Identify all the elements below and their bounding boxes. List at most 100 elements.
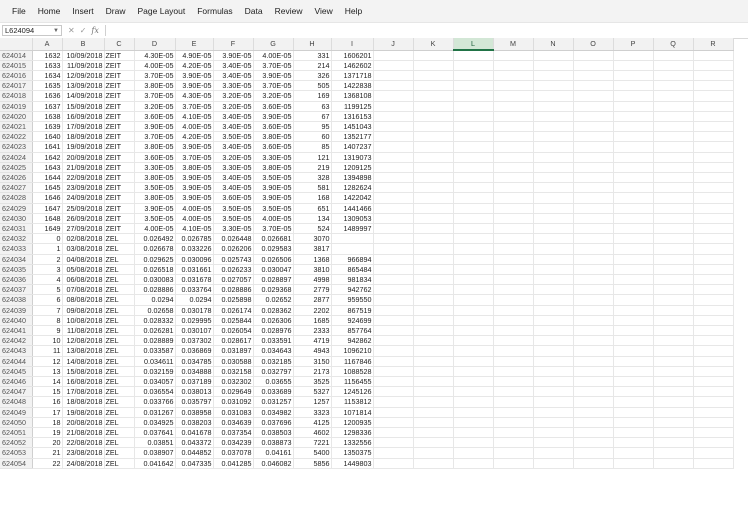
cell-F[interactable]: 0.032158: [213, 366, 254, 378]
cell-M[interactable]: [493, 121, 534, 133]
cell-O[interactable]: [573, 172, 614, 184]
cell-Q[interactable]: [653, 386, 694, 398]
cell-C[interactable]: ZEL: [104, 386, 135, 398]
cell-A[interactable]: 1649: [32, 223, 63, 235]
row-header[interactable]: 624049: [0, 407, 33, 418]
cell-H[interactable]: 95: [293, 121, 332, 133]
cell-J[interactable]: [373, 254, 414, 265]
cell-P[interactable]: [613, 203, 654, 214]
row-header[interactable]: 624025: [0, 162, 33, 173]
cell-P[interactable]: [613, 284, 654, 296]
cell-N[interactable]: [533, 294, 574, 306]
cell-O[interactable]: [573, 254, 614, 265]
cell-G[interactable]: 0.034643: [253, 345, 294, 357]
cell-J[interactable]: [373, 141, 414, 153]
cell-C[interactable]: ZEIT: [104, 223, 135, 235]
cell-L[interactable]: [453, 111, 494, 122]
cell-N[interactable]: [533, 345, 574, 357]
menu-insert[interactable]: Insert: [66, 6, 99, 16]
cell-F[interactable]: 0.037078: [213, 447, 254, 459]
cell-P[interactable]: [613, 60, 654, 71]
cell-M[interactable]: [493, 335, 534, 347]
cell-O[interactable]: [573, 182, 614, 194]
cell-E[interactable]: 0.030096: [175, 254, 214, 265]
cell-F[interactable]: 0.030588: [213, 356, 254, 367]
cell-C[interactable]: ZEIT: [104, 162, 135, 173]
cell-P[interactable]: [613, 325, 654, 337]
cell-G[interactable]: 3.50E-05: [253, 172, 294, 184]
cell-C[interactable]: ZEL: [104, 376, 135, 388]
cell-M[interactable]: [493, 80, 534, 92]
cell-K[interactable]: [413, 366, 454, 378]
cell-L[interactable]: [453, 233, 494, 245]
cell-J[interactable]: [373, 172, 414, 184]
cell-O[interactable]: [573, 335, 614, 347]
cell-K[interactable]: [413, 396, 454, 408]
cell-E[interactable]: 3.90E-05: [175, 182, 214, 194]
cell-R[interactable]: [693, 60, 734, 71]
cell-J[interactable]: [373, 366, 414, 378]
cell-K[interactable]: [413, 274, 454, 286]
cell-E[interactable]: 0.037302: [175, 335, 214, 347]
cell-Q[interactable]: [653, 141, 694, 153]
cell-K[interactable]: [413, 121, 454, 133]
cell-I[interactable]: 1245126: [331, 386, 374, 398]
cell-J[interactable]: [373, 376, 414, 388]
cell-G[interactable]: 0.034982: [253, 407, 294, 418]
cell-F[interactable]: 3.30E-05: [213, 162, 254, 173]
cell-O[interactable]: [573, 458, 614, 469]
cell-O[interactable]: [573, 396, 614, 408]
cell-R[interactable]: [693, 254, 734, 265]
cell-B[interactable]: 04/08/2018: [62, 254, 105, 265]
cell-B[interactable]: 13/09/2018: [62, 80, 105, 92]
cell-O[interactable]: [573, 366, 614, 378]
cell-Q[interactable]: [653, 294, 694, 306]
cell-Q[interactable]: [653, 305, 694, 316]
cell-C[interactable]: ZEIT: [104, 203, 135, 214]
cell-O[interactable]: [573, 407, 614, 418]
cell-Q[interactable]: [653, 356, 694, 367]
cell-B[interactable]: 16/08/2018: [62, 376, 105, 388]
cell-N[interactable]: [533, 356, 574, 367]
cell-M[interactable]: [493, 386, 534, 398]
cell-J[interactable]: [373, 192, 414, 204]
cell-K[interactable]: [413, 264, 454, 275]
cell-J[interactable]: [373, 274, 414, 286]
cell-K[interactable]: [413, 386, 454, 398]
cell-R[interactable]: [693, 233, 734, 245]
cell-M[interactable]: [493, 345, 534, 357]
cell-C[interactable]: ZEIT: [104, 111, 135, 122]
cell-C[interactable]: ZEL: [104, 417, 135, 429]
row-header[interactable]: 624040: [0, 315, 33, 326]
cell-O[interactable]: [573, 345, 614, 357]
cell-N[interactable]: [533, 254, 574, 265]
cell-G[interactable]: 0.028362: [253, 305, 294, 316]
row-header[interactable]: 624026: [0, 172, 33, 184]
cell-O[interactable]: [573, 80, 614, 92]
cell-A[interactable]: 1634: [32, 70, 63, 82]
cell-C[interactable]: ZEIT: [104, 192, 135, 204]
cell-O[interactable]: [573, 386, 614, 398]
name-box[interactable]: L624094 ▼: [2, 25, 62, 36]
column-header-G[interactable]: G: [253, 38, 294, 51]
cell-H[interactable]: 60: [293, 131, 332, 143]
cell-H[interactable]: 2202: [293, 305, 332, 316]
cell-G[interactable]: 0.033591: [253, 335, 294, 347]
cell-R[interactable]: [693, 192, 734, 204]
cell-B[interactable]: 15/08/2018: [62, 366, 105, 378]
cell-N[interactable]: [533, 417, 574, 429]
cell-G[interactable]: 0.03655: [253, 376, 294, 388]
cell-H[interactable]: 67: [293, 111, 332, 122]
cell-C[interactable]: ZEIT: [104, 90, 135, 102]
cell-D[interactable]: 4.30E-05: [134, 50, 176, 61]
cell-E[interactable]: 4.90E-05: [175, 50, 214, 61]
cell-Q[interactable]: [653, 101, 694, 112]
cell-J[interactable]: [373, 356, 414, 367]
cell-Q[interactable]: [653, 376, 694, 388]
cell-B[interactable]: 12/08/2018: [62, 335, 105, 347]
cell-H[interactable]: 169: [293, 90, 332, 102]
cell-R[interactable]: [693, 335, 734, 347]
cell-R[interactable]: [693, 111, 734, 122]
cell-G[interactable]: 0.031257: [253, 396, 294, 408]
cell-P[interactable]: [613, 213, 654, 224]
